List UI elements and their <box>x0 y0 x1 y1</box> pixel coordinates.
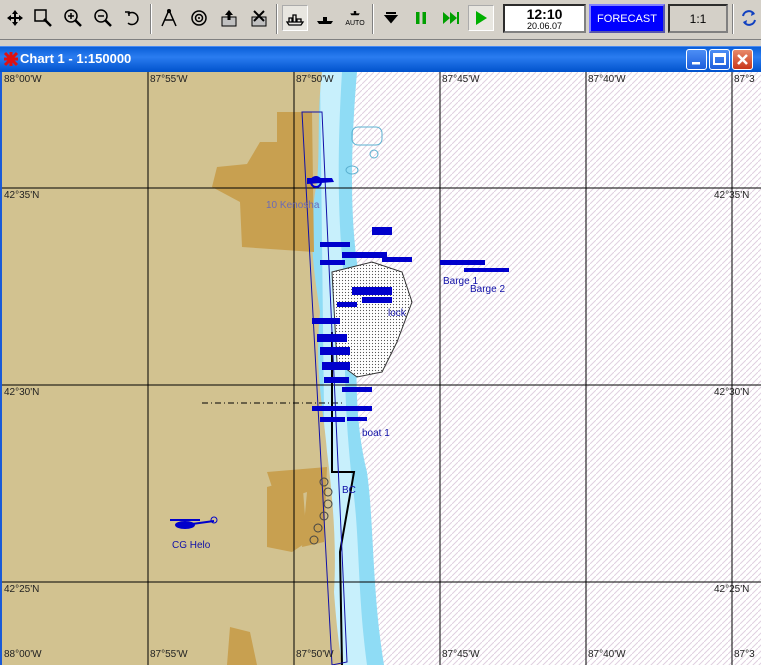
lon-top-5: 87°3 <box>734 74 755 85</box>
zoom-out-icon[interactable] <box>90 5 116 31</box>
lon-bottom-2: 87°50'W <box>296 649 334 660</box>
lon-top-1: 87°55'W <box>150 74 188 85</box>
urban-area-southwest <box>267 477 307 552</box>
vessel-icon[interactable] <box>312 5 338 31</box>
zoom-window-icon[interactable] <box>30 5 56 31</box>
export-icon[interactable] <box>216 5 242 31</box>
lon-top-4: 87°40'W <box>588 74 626 85</box>
lat-right-0: 42°35'N <box>714 190 750 201</box>
lat-left-1: 42°30'N <box>4 387 40 398</box>
label-kenosha: 10 Kenosha <box>266 200 320 211</box>
label-lock: lock <box>388 308 406 319</box>
minimize-icon <box>692 62 700 65</box>
nautical-chart[interactable]: 88°00'W 87°55'W 87°50'W 87°45'W 87°40'W … <box>0 72 761 665</box>
lat-left-2: 42°25'N <box>4 584 40 595</box>
label-bcl: BC <box>342 485 356 496</box>
lon-bottom-4: 87°40'W <box>588 649 626 660</box>
open-water <box>332 72 761 665</box>
measure-icon[interactable] <box>156 5 182 31</box>
minimize-button[interactable] <box>686 49 707 70</box>
play-icon[interactable] <box>468 5 494 31</box>
close-icon <box>737 54 748 65</box>
lon-top-3: 87°45'W <box>442 74 480 85</box>
ship-mode-icon[interactable] <box>282 5 308 31</box>
label-barge-2[interactable]: Barge 2 <box>470 284 505 295</box>
target-icon[interactable] <box>186 5 212 31</box>
label-boat-1[interactable]: boat 1 <box>362 428 390 439</box>
clock-display: 12:10 20.06.07 <box>503 4 586 33</box>
lon-bottom-5: 87°3 <box>734 649 755 660</box>
import-icon[interactable] <box>246 5 272 31</box>
pan-icon[interactable] <box>2 5 28 31</box>
lon-top-2: 87°50'W <box>296 74 334 85</box>
scale-ratio[interactable]: 1:1 <box>668 4 728 33</box>
auto-vessel-icon[interactable]: AUTO <box>342 5 368 31</box>
label-cg-helo[interactable]: CG Helo <box>172 540 210 551</box>
lon-bottom-0: 88°00'W <box>4 649 42 660</box>
lon-top-0: 88°00'W <box>4 74 42 85</box>
maximize-button[interactable] <box>709 49 730 70</box>
zoom-in-icon[interactable] <box>60 5 86 31</box>
chart-window-titlebar[interactable]: Chart 1 - 1:150000 <box>0 46 761 72</box>
pause-icon[interactable] <box>408 5 434 31</box>
window-title: Chart 1 - 1:150000 <box>20 51 132 66</box>
clock-time: 12:10 <box>526 5 563 22</box>
lon-bottom-1: 87°55'W <box>150 649 188 660</box>
chart-app-icon <box>3 51 19 67</box>
lat-right-2: 42°25'N <box>714 584 750 595</box>
fast-forward-icon[interactable] <box>438 5 464 31</box>
clock-date: 20.06.07 <box>526 20 563 31</box>
forecast-button[interactable]: FORECAST <box>589 4 665 33</box>
sync-icon[interactable] <box>736 5 761 31</box>
auto-label: AUTO <box>345 20 365 27</box>
lon-bottom-3: 87°45'W <box>442 649 480 660</box>
main-toolbar: AUTO 12:10 20.06.07 FORECAST 1:1 <box>0 0 761 40</box>
maximize-icon <box>713 53 726 65</box>
lat-right-1: 42°30'N <box>714 387 750 398</box>
chart-canvas[interactable] <box>2 72 761 665</box>
lat-left-0: 42°35'N <box>4 190 40 201</box>
close-button[interactable] <box>732 49 753 70</box>
stop-icon[interactable] <box>378 5 404 31</box>
undo-icon[interactable] <box>120 5 146 31</box>
